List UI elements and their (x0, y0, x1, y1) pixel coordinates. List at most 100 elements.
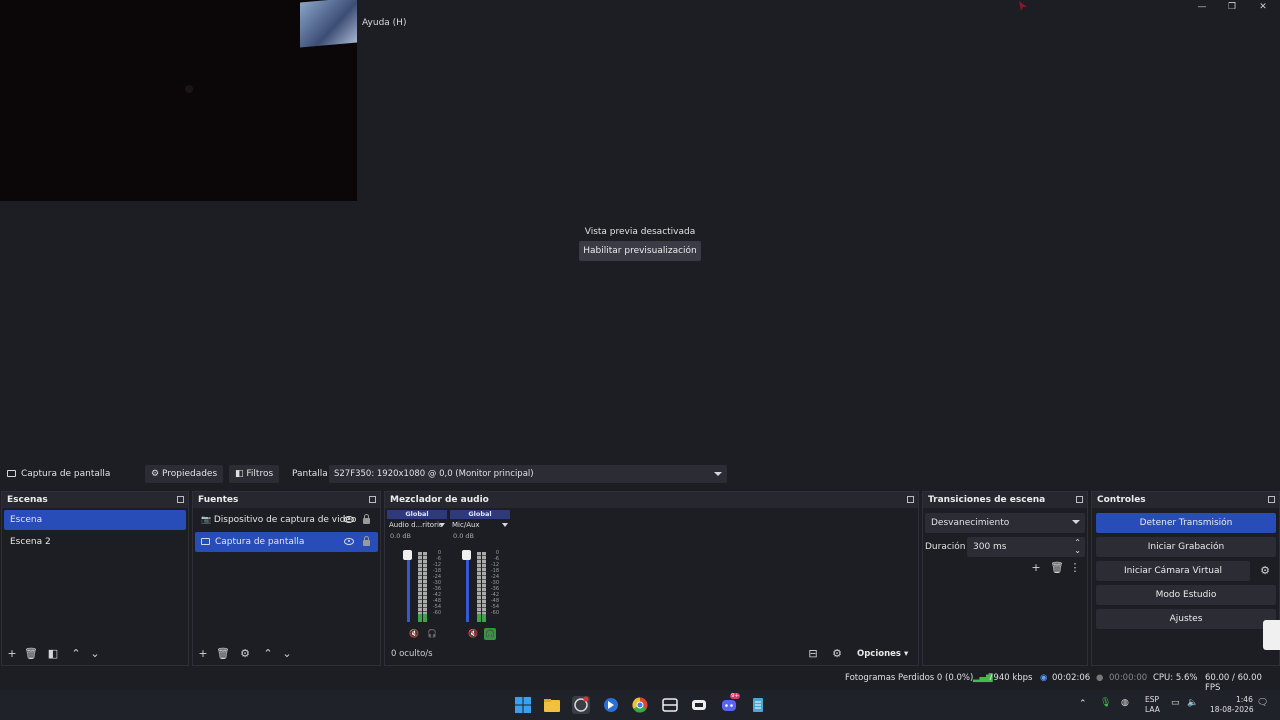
stream-icon: ◉ (1040, 673, 1048, 683)
stop-stream-button[interactable]: Detener Transmisión (1096, 513, 1276, 533)
duration-value: 300 ms (973, 542, 1007, 552)
transition-select[interactable]: Desvanecimiento (925, 513, 1085, 533)
cursor-icon (1019, 1, 1027, 11)
notifications-icon[interactable]: 🗨 (1257, 698, 1268, 708)
discord-icon[interactable]: 9+ (720, 693, 741, 714)
filter-icon[interactable]: ◧ (47, 648, 59, 660)
duration-spinbox[interactable]: 300 ms ⌃ ⌄ (967, 537, 1085, 557)
app-blue-icon[interactable] (602, 696, 620, 714)
tray-chevron-up-icon[interactable]: ⌃ (1079, 699, 1087, 709)
file-explorer-icon[interactable] (543, 696, 561, 714)
volume-slider-track[interactable] (407, 550, 410, 622)
strip-db: 0.0 dB (453, 532, 474, 540)
menu-help[interactable]: Ayuda (H) (362, 18, 406, 28)
microphone-icon[interactable]: 🎙 (1100, 698, 1111, 708)
undock-icon[interactable] (907, 496, 914, 503)
volume-icon[interactable]: 🔈 (1187, 698, 1198, 708)
scene-item[interactable]: Escena (4, 510, 186, 530)
maximize-button[interactable]: ❐ (1222, 1, 1242, 13)
scene-item[interactable]: Escena 2 (4, 532, 186, 552)
enable-preview-button[interactable]: Habilitar previsualización (579, 241, 701, 261)
spin-down-icon[interactable]: ⌄ (1074, 541, 1081, 561)
source-item[interactable]: 📷 Dispositivo de captura de video (195, 510, 378, 530)
clock-date[interactable]: 18-08-2026 (1210, 705, 1254, 714)
start-virtual-camera-button[interactable]: Iniciar Cámara Virtual (1096, 561, 1250, 581)
undock-icon[interactable] (1268, 496, 1275, 503)
source-item-label: Captura de pantalla (215, 537, 305, 547)
side-widget-icon[interactable] (1263, 620, 1280, 650)
mixer-strip-mic-aux: Global Mic/Aux 0.0 dB 0 -6 -12 -18 -24 -30 -36… (450, 510, 510, 642)
monitor-icon (7, 470, 16, 477)
minimize-button[interactable]: — (1192, 1, 1212, 13)
close-button[interactable]: ✕ (1253, 1, 1273, 13)
controls-title: Controles (1092, 492, 1279, 508)
start-recording-button[interactable]: Iniciar Grabación (1096, 537, 1276, 557)
visibility-eye-icon[interactable] (344, 516, 354, 523)
lock-icon[interactable] (363, 514, 370, 524)
clock-time[interactable]: 1:46 (1236, 695, 1253, 704)
strip-name-select[interactable]: Mic/Aux (450, 519, 510, 532)
volume-slider-knob[interactable] (403, 550, 412, 560)
game-controller-icon[interactable] (690, 696, 708, 714)
volume-slider-track[interactable] (466, 550, 469, 622)
options-label: Opciones (857, 649, 901, 659)
obs-icon[interactable] (572, 696, 590, 714)
display-select[interactable]: S27F350: 1920x1080 @ 0,0 (Monitor princi… (329, 465, 727, 483)
add-icon[interactable]: + (1030, 562, 1042, 574)
display-select-value: S27F350: 1920x1080 @ 0,0 (Monitor princi… (334, 469, 534, 479)
properties-button[interactable]: ⚙ Propiedades (145, 465, 224, 483)
trash-icon[interactable]: 🗑 (216, 648, 230, 660)
move-up-icon[interactable]: ⌃ (262, 648, 274, 660)
audio-mixer-dock: Mezclador de audio Global Audio d...rito… (384, 491, 919, 666)
db-scale: 0 -6 -12 -18 -24 -30 -36 -42 -48 -54 -60 (487, 550, 499, 616)
windows-start-icon[interactable] (514, 696, 532, 714)
level-meter (482, 552, 486, 622)
capcut-icon[interactable] (661, 696, 679, 714)
mute-icon[interactable]: 🔇 (409, 629, 419, 639)
language-bottom[interactable]: LAA (1145, 705, 1160, 714)
sources-title-label: Fuentes (198, 495, 239, 505)
selected-source: Captura de pantalla (7, 465, 110, 483)
undock-icon[interactable] (177, 496, 184, 503)
hidden-count: 0 oculto/s (391, 649, 433, 659)
options-button[interactable]: Opciones ▾ (857, 649, 908, 659)
gear-icon[interactable]: ⚙ (1259, 565, 1271, 577)
notification-badge: 9+ (730, 693, 741, 699)
source-item[interactable]: Captura de pantalla (195, 532, 378, 552)
advanced-audio-icon[interactable]: ⚙ (831, 648, 843, 660)
language-top[interactable]: ESP (1145, 695, 1159, 704)
network-icon[interactable]: ◍ (1121, 698, 1129, 708)
undock-icon[interactable] (369, 496, 376, 503)
more-options-icon[interactable]: ⋮ (1069, 562, 1081, 574)
headphones-icon[interactable]: 🎧 (484, 628, 496, 640)
lock-icon[interactable] (363, 536, 370, 546)
headphones-icon[interactable]: 🎧 (426, 628, 438, 640)
add-icon[interactable]: + (197, 648, 209, 660)
visibility-eye-icon[interactable] (344, 538, 354, 545)
source-toolbar: Captura de pantalla ⚙ Propiedades ◧ Filt… (0, 462, 1280, 486)
record-time: 00:00:00 (1109, 673, 1148, 683)
strip-name-select[interactable]: Audio d...ritorio (387, 519, 447, 532)
db-scale: 0 -6 -12 -18 -24 -30 -36 -42 -48 -54 -60 (429, 550, 441, 616)
studio-mode-button[interactable]: Modo Estudio (1096, 585, 1276, 605)
volume-slider-knob[interactable] (462, 550, 471, 560)
trash-icon[interactable]: 🗑 (1050, 562, 1064, 574)
move-up-icon[interactable]: ⌃ (70, 648, 82, 660)
trash-icon[interactable]: 🗑 (24, 648, 38, 660)
notepad-icon[interactable] (749, 696, 767, 714)
move-down-icon[interactable]: ⌄ (281, 648, 293, 660)
settings-button[interactable]: Ajustes (1096, 609, 1276, 629)
chrome-icon[interactable] (631, 696, 649, 714)
undock-icon[interactable] (1076, 496, 1083, 503)
mixer-title-label: Mezclador de audio (390, 495, 489, 505)
scale-tick: -60 (490, 610, 499, 616)
display-icon[interactable]: ▭ (1171, 698, 1180, 708)
filters-button[interactable]: ◧ Filtros (229, 465, 280, 483)
mute-icon[interactable]: 🔇 (468, 629, 478, 639)
move-down-icon[interactable]: ⌄ (89, 648, 101, 660)
selected-source-label: Captura de pantalla (21, 469, 111, 479)
add-icon[interactable]: + (6, 648, 18, 660)
gear-icon[interactable]: ⚙ (239, 648, 251, 660)
scale-tick: -60 (432, 610, 441, 616)
layout-icon[interactable]: ⊟ (807, 648, 819, 660)
